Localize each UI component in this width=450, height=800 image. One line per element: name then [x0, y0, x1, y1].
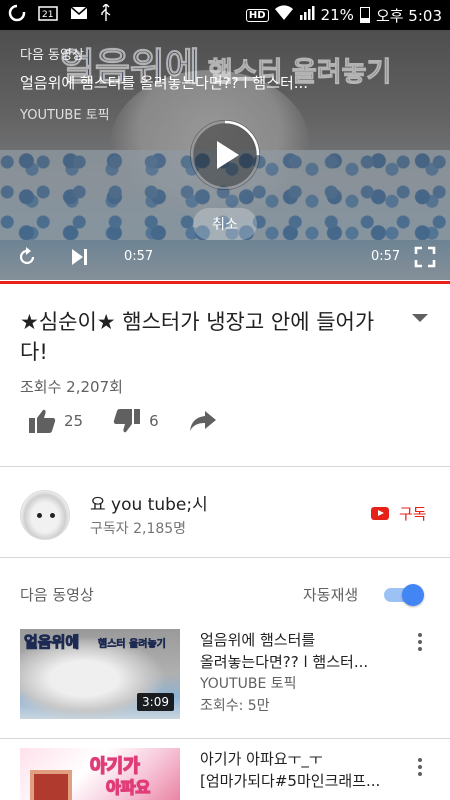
channel-avatar[interactable]: [20, 490, 70, 540]
avatar-eye: [37, 513, 42, 518]
title-line: 올려놓는다면?? l 햄스터...: [200, 653, 369, 671]
carrier-icon: [8, 4, 26, 26]
duration-badge: 3:09: [137, 693, 174, 711]
video-title: ★심순이★ 햄스터가 냉장고 안에 들어가다!: [20, 310, 375, 364]
battery-icon: [359, 7, 370, 23]
video-actions: 25 6: [28, 408, 217, 434]
app-root: 21 HD 21% 오후 5:03 얼음위에 햄스터 올려놓기 다음 동영상 얼…: [0, 0, 450, 800]
cancel-autoplay-button[interactable]: 취소: [193, 208, 257, 240]
list-item-channel: YOUTUBE 토픽: [200, 676, 297, 692]
youtube-icon: [371, 507, 389, 520]
subscribe-label: 구독: [399, 505, 427, 523]
channel-name[interactable]: 요 you tube;시: [90, 490, 208, 515]
wifi-icon: [274, 5, 293, 25]
list-item-title[interactable]: 얼음위에 햄스터를 올려놓는다면?? l 햄스터...: [200, 629, 400, 673]
signal-icon: [299, 5, 315, 25]
more-options-icon[interactable]: [414, 758, 426, 780]
autoplay-label: 자동재생: [303, 586, 359, 604]
thumbs-up-icon: [29, 409, 56, 433]
like-count: 25: [64, 412, 84, 430]
up-next-label: 다음 동영상: [20, 48, 84, 63]
subscribe-button[interactable]: 구독: [371, 503, 427, 524]
fullscreen-icon[interactable]: [414, 246, 436, 268]
subscriber-count: 구독자 2,185명: [90, 521, 187, 537]
avatar-eye: [50, 513, 55, 518]
divider: [0, 557, 450, 558]
thumbnail-caption: 얼음위에: [23, 633, 80, 652]
toggle-knob: [402, 584, 424, 606]
replay-icon[interactable]: [16, 246, 38, 268]
minecraft-block-art: [30, 770, 72, 800]
expand-description-icon[interactable]: [412, 314, 428, 322]
video-thumbnail[interactable]: 얼음위에 햄스터 올려놓기 3:09: [20, 629, 180, 719]
hd-icon: HD: [245, 8, 269, 22]
next-video-channel: YOUTUBE 토픽: [20, 108, 110, 123]
usb-icon: [100, 3, 112, 26]
share-button[interactable]: [189, 410, 217, 432]
more-options-icon[interactable]: [414, 633, 426, 655]
title-line: 얼음위에 햄스터를: [200, 631, 316, 649]
list-item-views: 조회수: 5만: [200, 698, 270, 714]
mail-icon: [70, 6, 88, 24]
dislike-button[interactable]: 6: [113, 408, 159, 434]
current-time: 0:57: [124, 249, 154, 264]
battery-percent: 21%: [320, 6, 354, 24]
skip-next-icon[interactable]: [68, 246, 90, 268]
status-bar: 21 HD 21% 오후 5:03: [0, 0, 450, 30]
clock: 오후 5:03: [375, 6, 442, 25]
title-line: 아기가 아파요ㅜ_ㅜ: [200, 750, 323, 768]
title-line: [엄마가되다#5마인크래프...: [200, 772, 381, 790]
thumbs-down-icon: [113, 409, 141, 433]
thumbnail-caption-secondary: 햄스터 올려놓기: [98, 639, 166, 651]
play-button[interactable]: [190, 120, 260, 190]
divider: [0, 738, 450, 739]
next-video-title[interactable]: 얼음위에 햄스터를 올려놓는다면?? l 햄스터...: [20, 72, 380, 93]
play-icon: [217, 141, 239, 169]
dislike-count: 6: [149, 412, 159, 430]
divider: [0, 466, 450, 467]
list-item-title[interactable]: 아기가 아파요ㅜ_ㅜ [엄마가되다#5마인크래프...: [200, 748, 400, 792]
up-next-heading: 다음 동영상: [20, 586, 94, 604]
svg-text:21: 21: [42, 10, 53, 20]
like-button[interactable]: 25: [28, 408, 83, 434]
view-count: 조회수 2,207회: [20, 378, 123, 396]
calendar-icon: 21: [38, 5, 58, 25]
video-player[interactable]: 얼음위에 햄스터 올려놓기 다음 동영상 얼음위에 햄스터를 올려놓는다면?? …: [0, 30, 450, 280]
autoplay-toggle[interactable]: [382, 584, 426, 606]
share-icon: [189, 411, 216, 431]
progress-bar[interactable]: [0, 281, 450, 284]
total-time: 0:57: [371, 249, 401, 264]
video-thumbnail[interactable]: 아기가 아파요: [20, 748, 180, 800]
thumbnail-caption-secondary: 아파요: [105, 777, 151, 798]
